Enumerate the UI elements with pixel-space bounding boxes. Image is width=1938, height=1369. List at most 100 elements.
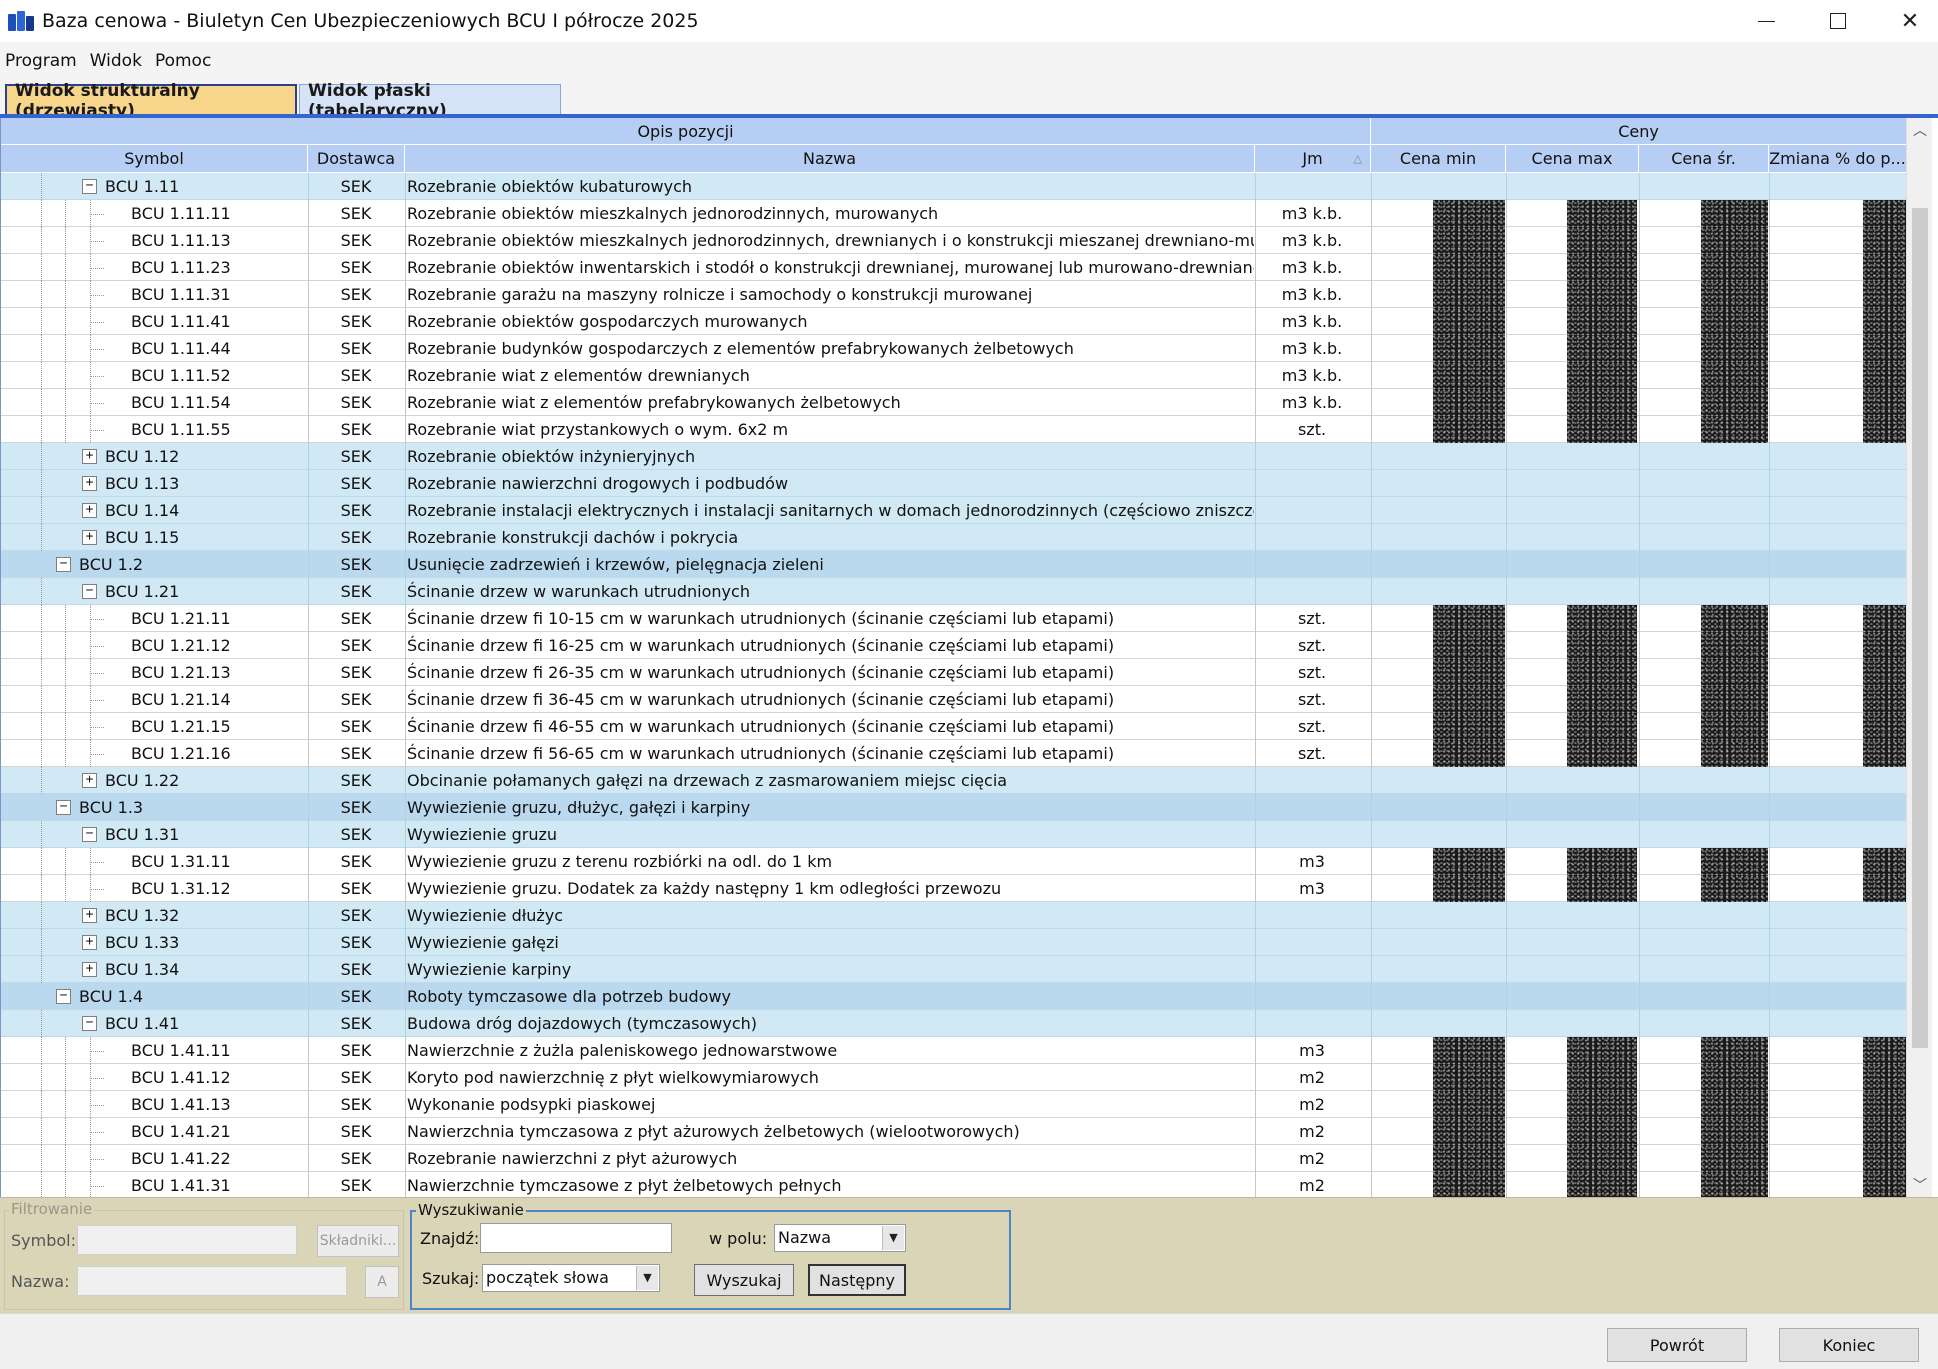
- table-row[interactable]: BCU 1.11.41 SEK Rozebranie obiektów gospod…: [1, 308, 1906, 335]
- cell-zmiana-redacted: [1863, 1172, 1906, 1197]
- table-group-row[interactable]: − BCU 1.31 SEK Wywiezienie gruzu: [1, 821, 1906, 848]
- search-mode-select[interactable]: początek słowa ▼: [482, 1264, 660, 1292]
- cell-jm: m2: [1299, 1176, 1325, 1195]
- col-header-zmiana[interactable]: Zmiana % do p...: [1769, 145, 1906, 173]
- table-row[interactable]: BCU 1.41.12 SEK Koryto pod nawierzchnię z …: [1, 1064, 1906, 1091]
- close-app-button[interactable]: Koniec: [1779, 1328, 1919, 1362]
- tab-flat-view[interactable]: Widok płaski (tabelaryczny): [299, 81, 561, 121]
- table-group-row[interactable]: + BCU 1.14 SEK Rozebranie instalacji elektr…: [1, 497, 1906, 524]
- filter-nazwa-input[interactable]: [77, 1266, 347, 1296]
- column-divider: [1371, 1118, 1372, 1145]
- column-divider: [405, 173, 406, 200]
- expand-icon[interactable]: +: [82, 476, 97, 491]
- col-header-cena-max[interactable]: Cena max: [1506, 145, 1639, 173]
- table-row[interactable]: BCU 1.11.31 SEK Rozebranie garażu na maszy…: [1, 281, 1906, 308]
- cell-zmiana-redacted: [1863, 1145, 1906, 1172]
- price-tree-grid[interactable]: Opis pozycji Ceny Symbol Dostawca Nazwa …: [0, 118, 1906, 1197]
- cell-jm: m3: [1299, 1041, 1325, 1060]
- filter-symbol-input[interactable]: [77, 1225, 297, 1255]
- cell-dostawca: SEK: [340, 636, 372, 655]
- expand-icon[interactable]: +: [82, 530, 97, 545]
- collapse-icon[interactable]: −: [56, 557, 71, 572]
- collapse-icon[interactable]: −: [82, 584, 97, 599]
- col-header-symbol[interactable]: Symbol: [1, 145, 308, 173]
- table-group-row[interactable]: − BCU 1.2 SEK Usunięcie zadrzewień i krzewó…: [1, 551, 1906, 578]
- menu-bar: Program Widok Pomoc: [0, 42, 1938, 80]
- table-group-row[interactable]: − BCU 1.11 SEK Rozebranie obiektów kubaturo…: [1, 173, 1906, 200]
- table-row[interactable]: BCU 1.31.12 SEK Wywiezienie gruzu. Dodatek…: [1, 875, 1906, 902]
- menu-pomoc[interactable]: Pomoc: [155, 51, 211, 71]
- expand-icon[interactable]: +: [82, 962, 97, 977]
- table-row[interactable]: BCU 1.11.55 SEK Rozebranie wiat przystanko…: [1, 416, 1906, 443]
- scroll-thumb[interactable]: [1912, 208, 1928, 1048]
- scroll-down-icon[interactable]: ﹀: [1907, 1173, 1933, 1197]
- table-group-row[interactable]: − BCU 1.4 SEK Roboty tymczasowe dla potrzeb…: [1, 983, 1906, 1010]
- minimize-button[interactable]: [1730, 0, 1802, 42]
- vertical-scrollbar[interactable]: ︿ ﹀: [1906, 118, 1932, 1197]
- table-row[interactable]: BCU 1.11.52 SEK Rozebranie wiat z elementó…: [1, 362, 1906, 389]
- close-button[interactable]: ✕: [1874, 0, 1938, 42]
- cell-symbol: + BCU 1.13: [1, 470, 308, 497]
- cell-zmiana-redacted: [1863, 1091, 1906, 1118]
- search-field-select[interactable]: Nazwa ▼: [774, 1224, 906, 1252]
- collapse-icon[interactable]: −: [82, 827, 97, 842]
- collapse-icon[interactable]: −: [56, 800, 71, 815]
- table-row[interactable]: BCU 1.11.11 SEK Rozebranie obiektów mieszk…: [1, 200, 1906, 227]
- table-group-row[interactable]: + BCU 1.15 SEK Rozebranie konstrukcji dachó…: [1, 524, 1906, 551]
- expand-icon[interactable]: +: [82, 935, 97, 950]
- expand-icon[interactable]: +: [82, 908, 97, 923]
- table-group-row[interactable]: − BCU 1.41 SEK Budowa dróg dojazdowych (tym…: [1, 1010, 1906, 1037]
- column-divider: [1769, 713, 1770, 740]
- table-row[interactable]: BCU 1.41.22 SEK Rozebranie nawierzchni z p…: [1, 1145, 1906, 1172]
- table-group-row[interactable]: + BCU 1.33 SEK Wywiezienie gałęzi: [1, 929, 1906, 956]
- table-row[interactable]: BCU 1.21.16 SEK Ścinanie drzew fi 56-65 cm…: [1, 740, 1906, 767]
- search-find-input[interactable]: [480, 1223, 672, 1253]
- table-row[interactable]: BCU 1.11.13 SEK Rozebranie obiektów mieszk…: [1, 227, 1906, 254]
- expand-icon[interactable]: +: [82, 773, 97, 788]
- table-row[interactable]: BCU 1.41.31 SEK Nawierzchnie tymczasowe z …: [1, 1172, 1906, 1197]
- col-header-dostawca[interactable]: Dostawca: [308, 145, 405, 173]
- next-button[interactable]: Następny: [808, 1264, 906, 1296]
- expand-icon[interactable]: +: [82, 449, 97, 464]
- skladniki-button[interactable]: Składniki...: [317, 1225, 399, 1257]
- collapse-icon[interactable]: −: [56, 989, 71, 1004]
- table-row[interactable]: BCU 1.11.54 SEK Rozebranie wiat z elementó…: [1, 389, 1906, 416]
- table-row[interactable]: BCU 1.21.14 SEK Ścinanie drzew fi 36-45 cm…: [1, 686, 1906, 713]
- table-group-row[interactable]: + BCU 1.12 SEK Rozebranie obiektów inżynier…: [1, 443, 1906, 470]
- search-groupbox: Wyszukiwanie Znajdź: w polu: Nazwa ▼ Szu…: [410, 1201, 1011, 1310]
- table-row[interactable]: BCU 1.41.11 SEK Nawierzchnie z żużla palen…: [1, 1037, 1906, 1064]
- table-row[interactable]: BCU 1.31.11 SEK Wywiezienie gruzu z terenu…: [1, 848, 1906, 875]
- maximize-button[interactable]: [1802, 0, 1874, 42]
- col-header-cena-sr[interactable]: Cena śr.: [1639, 145, 1769, 173]
- table-group-row[interactable]: + BCU 1.22 SEK Obcinanie połamanych gałęzi …: [1, 767, 1906, 794]
- table-row[interactable]: BCU 1.21.12 SEK Ścinanie drzew fi 16-25 cm…: [1, 632, 1906, 659]
- col-header-nazwa[interactable]: Nazwa: [405, 145, 1255, 173]
- table-row[interactable]: BCU 1.21.11 SEK Ścinanie drzew fi 10-15 cm…: [1, 605, 1906, 632]
- filter-case-button[interactable]: A: [365, 1266, 399, 1298]
- table-row[interactable]: BCU 1.11.23 SEK Rozebranie obiektów inwent…: [1, 254, 1906, 281]
- table-group-row[interactable]: + BCU 1.32 SEK Wywiezienie dłużyc: [1, 902, 1906, 929]
- cell-dostawca: SEK: [340, 501, 372, 520]
- table-row[interactable]: BCU 1.21.13 SEK Ścinanie drzew fi 26-35 cm…: [1, 659, 1906, 686]
- table-row[interactable]: BCU 1.41.13 SEK Wykonanie podsypki piaskow…: [1, 1091, 1906, 1118]
- cell-cena-max-redacted: [1567, 1172, 1637, 1197]
- column-divider: [1255, 686, 1256, 713]
- search-button[interactable]: Wyszukaj: [694, 1264, 794, 1296]
- tab-tree-view[interactable]: Widok strukturalny (drzewiasty): [5, 81, 297, 121]
- table-row[interactable]: BCU 1.21.15 SEK Ścinanie drzew fi 46-55 cm…: [1, 713, 1906, 740]
- table-group-row[interactable]: − BCU 1.21 SEK Ścinanie drzew w warunkach u…: [1, 578, 1906, 605]
- menu-widok[interactable]: Widok: [90, 51, 142, 71]
- menu-program[interactable]: Program: [5, 51, 77, 71]
- collapse-icon[interactable]: −: [82, 1016, 97, 1031]
- col-header-jm[interactable]: Jm △: [1255, 145, 1371, 173]
- table-row[interactable]: BCU 1.41.21 SEK Nawierzchnia tymczasowa z …: [1, 1118, 1906, 1145]
- collapse-icon[interactable]: −: [82, 179, 97, 194]
- table-group-row[interactable]: − BCU 1.3 SEK Wywiezienie gruzu, dłużyc, ga…: [1, 794, 1906, 821]
- col-header-cena-min[interactable]: Cena min: [1371, 145, 1506, 173]
- return-button[interactable]: Powrót: [1607, 1328, 1747, 1362]
- table-group-row[interactable]: + BCU 1.34 SEK Wywiezienie karpiny: [1, 956, 1906, 983]
- expand-icon[interactable]: +: [82, 503, 97, 518]
- table-group-row[interactable]: + BCU 1.13 SEK Rozebranie nawierzchni drogo…: [1, 470, 1906, 497]
- scroll-up-icon[interactable]: ︿: [1907, 118, 1933, 142]
- table-row[interactable]: BCU 1.11.44 SEK Rozebranie budynków gospod…: [1, 335, 1906, 362]
